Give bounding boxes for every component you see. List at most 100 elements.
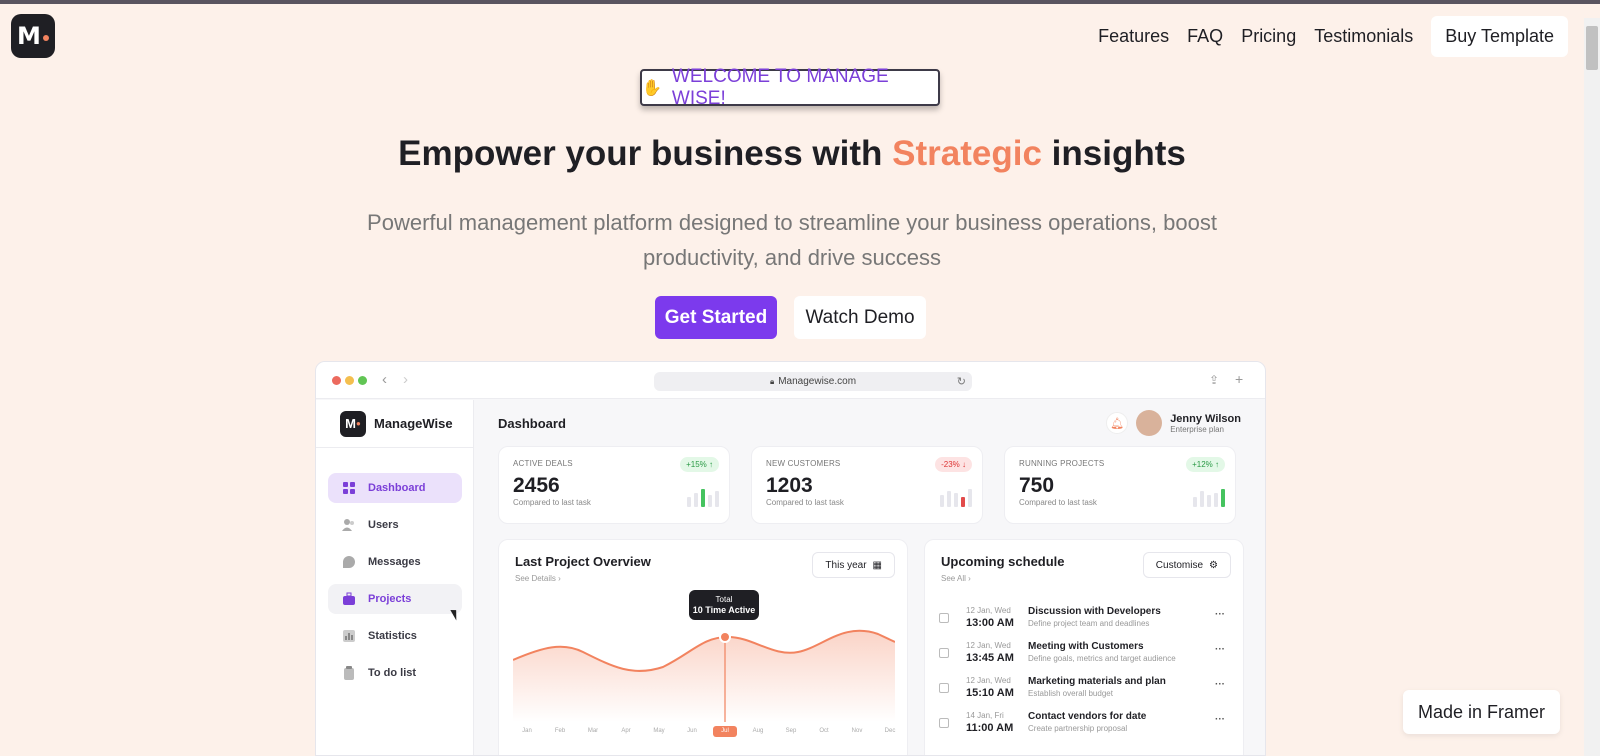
tooltip-value: 10 Time Active (692, 605, 756, 615)
year-filter-button[interactable]: This year ▦ (812, 552, 895, 578)
schedule-title: Discussion with Developers (1028, 606, 1161, 617)
sidebar-label: To do list (368, 667, 417, 679)
lock-icon: 🔒︎ (769, 376, 775, 386)
window-top-border (0, 0, 1600, 4)
tooltip-label: Total (715, 595, 733, 604)
more-options-icon[interactable]: ··· (1215, 644, 1225, 655)
nav-link-testimonials[interactable]: Testimonials (1314, 26, 1413, 47)
browser-toolbar: ‹ › 🔒︎ Managewise.com ↻ ⇪ + (316, 362, 1265, 399)
stat-card-new-customers: NEW CUSTOMERS 1203 Compared to last task… (751, 446, 983, 524)
sidebar-item-messages[interactable]: Messages (328, 547, 462, 577)
calendar-icon: ▦ (872, 559, 882, 571)
app-main: Dashboard 🔔︎ Jenny Wilson Enterprise pla… (474, 400, 1265, 755)
customise-button[interactable]: Customise ⚙ (1142, 552, 1231, 578)
sidebar-item-dashboard[interactable]: Dashboard (328, 473, 462, 503)
scrollbar-thumb[interactable] (1586, 26, 1598, 70)
sidebar-item-todo[interactable]: To do list (328, 658, 462, 688)
top-nav: Features FAQ Pricing Testimonials Buy Te… (1098, 16, 1568, 57)
schedule-date: 12 Jan, Wed (966, 676, 1011, 685)
buy-template-button[interactable]: Buy Template (1431, 16, 1568, 57)
welcome-badge: ✋ WELCOME TO MANAGE WISE! (640, 66, 940, 109)
task-checkbox[interactable] (939, 718, 949, 728)
month-label-selected[interactable]: Jul (713, 726, 737, 737)
grid-icon (343, 482, 355, 494)
stat-compare: Compared to last task (766, 498, 844, 507)
customise-label: Customise (1155, 559, 1204, 571)
sidebar-label: Statistics (368, 630, 417, 642)
sidebar-item-projects[interactable]: Projects (328, 584, 462, 614)
more-options-icon[interactable]: ··· (1215, 609, 1225, 620)
gear-icon: ⚙ (1209, 559, 1218, 571)
task-checkbox[interactable] (939, 683, 949, 693)
headline-part-2: insights (1041, 134, 1186, 173)
filter-label: This year (825, 559, 867, 571)
user-menu[interactable]: 🔔︎ Jenny Wilson Enterprise plan (1106, 410, 1241, 436)
schedule-time: 15:10 AM (966, 687, 1014, 699)
see-all-link[interactable]: See All › (941, 574, 971, 583)
headline-accent: Strategic (892, 134, 1042, 173)
sidebar-label: Dashboard (368, 482, 426, 494)
share-icon: ⇪ (1209, 373, 1220, 387)
chart-tooltip: Total 10 Time Active (689, 590, 759, 620)
schedule-date: 12 Jan, Wed (966, 641, 1011, 650)
schedule-title: Marketing materials and plan (1028, 676, 1166, 687)
user-info: Jenny Wilson Enterprise plan (1170, 413, 1241, 434)
app-logo-icon: M ● (340, 410, 366, 437)
sidebar-item-users[interactable]: Users (328, 510, 462, 540)
nav-link-pricing[interactable]: Pricing (1241, 26, 1296, 47)
url-bar: 🔒︎ Managewise.com ↻ (654, 372, 972, 391)
bell-icon[interactable]: 🔔︎ (1106, 412, 1129, 434)
project-overview-panel: Last Project Overview See Details › This… (498, 539, 908, 755)
minimize-dot-icon (345, 376, 354, 385)
schedule-title: Contact vendors for date (1028, 711, 1147, 722)
nav-link-features[interactable]: Features (1098, 26, 1169, 47)
schedule-date: 12 Jan, Wed (966, 606, 1011, 615)
logo-letter: M (17, 22, 41, 50)
hero-headline: Empower your business with Strategic ins… (0, 134, 1584, 174)
stat-value: 2456 (513, 474, 560, 497)
user-plan: Enterprise plan (1170, 424, 1224, 434)
task-checkbox[interactable] (939, 613, 949, 623)
schedule-row: 12 Jan, Wed 13:00 AM Discussion with Dev… (939, 604, 1231, 634)
made-in-framer-badge[interactable]: Made in Framer (1403, 690, 1560, 734)
users-icon (342, 519, 354, 531)
schedule-title: Meeting with Customers (1028, 641, 1144, 652)
more-options-icon[interactable]: ··· (1215, 679, 1225, 690)
page-scrollbar[interactable] (1584, 18, 1600, 756)
month-label: Aug (752, 728, 764, 734)
schedule-desc: Create partnership proposal (1028, 724, 1128, 733)
get-started-button[interactable]: Get Started (655, 296, 777, 339)
maximize-dot-icon (358, 376, 367, 385)
month-label: Feb (554, 728, 566, 734)
see-details-label: See Details (515, 574, 556, 583)
schedule-time: 13:00 AM (966, 617, 1014, 629)
sidebar-item-statistics[interactable]: Statistics (328, 621, 462, 651)
see-all-label: See All (941, 574, 966, 583)
month-label: Nov (851, 728, 863, 734)
month-label: Sep (785, 728, 797, 734)
close-dot-icon (332, 376, 341, 385)
panel-title: Last Project Overview (515, 554, 651, 569)
waving-hand-icon: ✋ (642, 79, 662, 97)
task-checkbox[interactable] (939, 648, 949, 658)
upcoming-schedule-panel: Upcoming schedule See All › Customise ⚙ 1… (924, 539, 1244, 755)
month-label: Oct (819, 728, 829, 734)
panel-title: Upcoming schedule (941, 554, 1065, 569)
headline-part-1: Empower your business with (398, 134, 893, 173)
see-details-link[interactable]: See Details › (515, 574, 561, 583)
mini-bar-chart (687, 489, 719, 507)
month-label: Jun (687, 728, 697, 734)
nav-link-faq[interactable]: FAQ (1187, 26, 1223, 47)
app-brand-name: ManageWise (374, 416, 453, 431)
schedule-row: 14 Jan, Fri 11:00 AM Contact vendors for… (939, 709, 1231, 739)
site-logo[interactable]: M (11, 14, 55, 58)
month-label: Apr (621, 728, 631, 734)
sidebar-label: Messages (368, 556, 421, 568)
avatar[interactable] (1136, 410, 1163, 436)
watch-demo-button[interactable]: Watch Demo (794, 296, 926, 339)
more-options-icon[interactable]: ··· (1215, 714, 1225, 725)
sidebar-label: Projects (368, 593, 412, 605)
schedule-row: 12 Jan, Wed 15:10 AM Marketing materials… (939, 674, 1231, 704)
chart-icon (343, 630, 355, 642)
app-sidebar: M ● ManageWise Dashboard Users Messages P… (316, 400, 474, 755)
